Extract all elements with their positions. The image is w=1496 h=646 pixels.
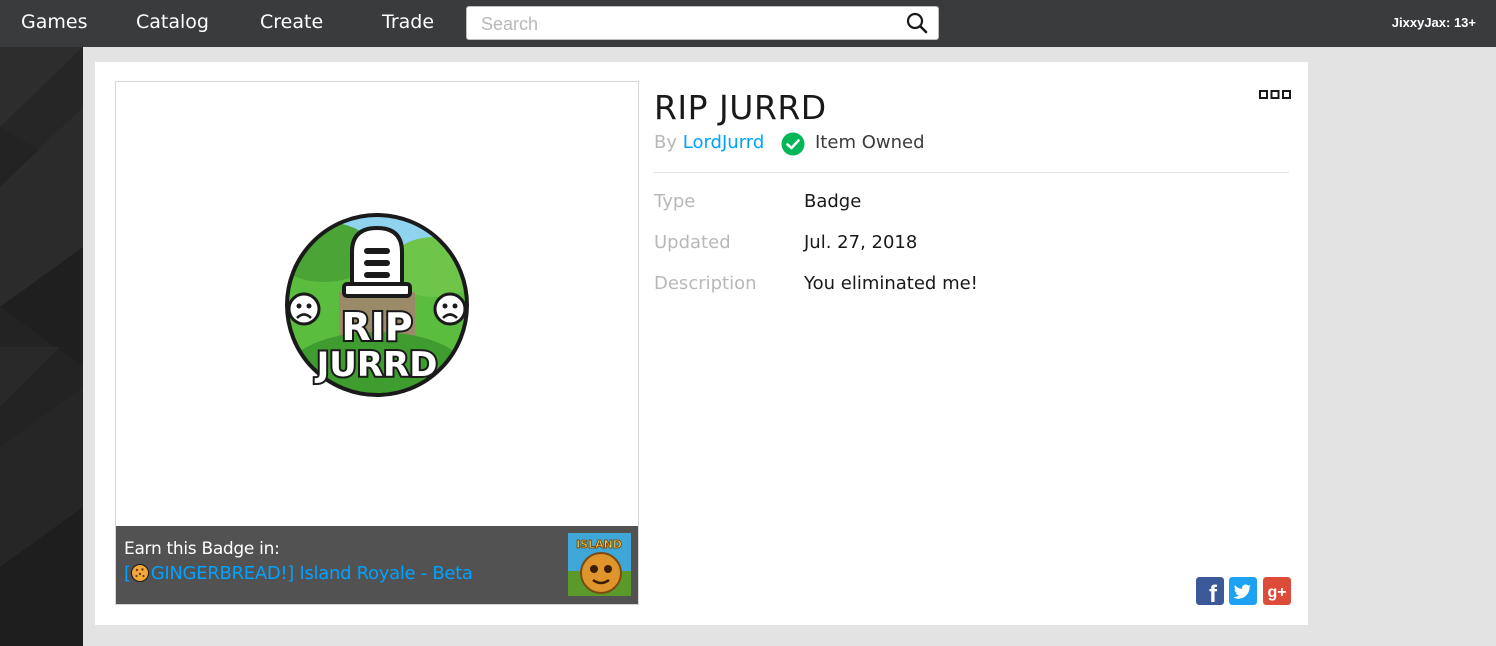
field-label-updated: Updated [654, 232, 731, 253]
field-value-type: Badge [804, 191, 862, 212]
twitter-share-icon[interactable] [1229, 577, 1257, 605]
svg-text:f: f [1209, 581, 1218, 605]
gingerbread-cookie-icon [130, 564, 149, 582]
field-value-updated: Jul. 27, 2018 [804, 232, 918, 253]
header-divider [654, 172, 1289, 173]
background-pattern [0, 47, 83, 646]
by-prefix: By [654, 132, 678, 153]
field-label-type: Type [654, 191, 696, 212]
owned-check-icon [781, 132, 805, 156]
game-thumbnail[interactable]: ISLAND [568, 533, 631, 596]
svg-text:JURRD: JURRD [315, 345, 438, 385]
top-navigation-bar: Games Catalog Create Trade JixxyJax: 13+ [0, 0, 1496, 47]
facebook-share-icon[interactable]: f [1196, 577, 1224, 605]
search-box [466, 6, 939, 40]
page-background-right [1308, 47, 1496, 646]
item-owned-label: Item Owned [815, 132, 925, 153]
item-thumbnail-container: RIP JURRD Earn this Badge in: [ GINGERBRE… [115, 81, 639, 605]
svg-text:g+: g+ [1267, 584, 1286, 601]
field-value-description: You eliminated me! [804, 273, 978, 294]
item-title: RIP JURRD [654, 88, 827, 127]
earn-game-prefix: [ [124, 563, 131, 584]
search-input[interactable] [481, 12, 881, 36]
sad-face-left-icon [287, 292, 321, 326]
google-plus-share-icon[interactable]: g+ [1263, 577, 1291, 605]
svg-text:RIP: RIP [341, 305, 412, 349]
creator-link[interactable]: LordJurrd [683, 132, 765, 153]
svg-text:ISLAND: ISLAND [576, 538, 622, 551]
more-options-icon[interactable] [1259, 90, 1291, 100]
sad-face-right-icon [433, 292, 467, 326]
nav-catalog[interactable]: Catalog [136, 11, 209, 33]
left-background-panel [0, 47, 83, 646]
nav-games[interactable]: Games [21, 11, 87, 33]
nav-trade[interactable]: Trade [382, 11, 434, 33]
field-label-description: Description [654, 273, 757, 294]
badge-image: RIP JURRD [285, 213, 469, 397]
earn-game-link[interactable]: [ GINGERBREAD!] Island Royale - Beta [124, 563, 473, 584]
search-icon[interactable] [905, 11, 929, 35]
creator-line: By LordJurrd [654, 132, 764, 153]
earn-game-name: GINGERBREAD!] Island Royale - Beta [150, 563, 473, 584]
item-details-card: RIP JURRD Earn this Badge in: [ GINGERBRE… [95, 62, 1308, 625]
user-account-label[interactable]: JixxyJax: 13+ [1392, 15, 1476, 30]
earn-badge-label: Earn this Badge in: [124, 539, 280, 559]
earn-badge-bar: Earn this Badge in: [ GINGERBREAD!] Islan… [116, 526, 638, 604]
nav-create[interactable]: Create [260, 11, 323, 33]
